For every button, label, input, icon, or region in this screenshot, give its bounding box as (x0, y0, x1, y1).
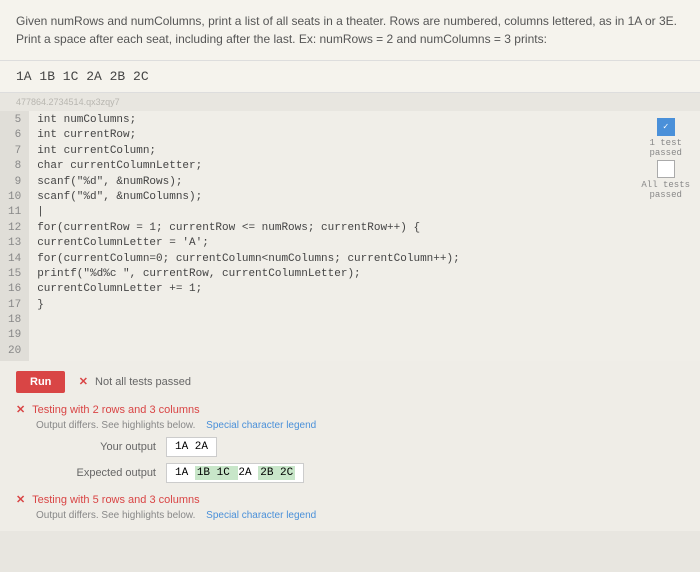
expected-output-row: Expected output 1A 1B 1C 2A 2B 2C (56, 463, 684, 483)
legend-link[interactable]: Special character legend (206, 420, 316, 431)
test-passed-icon: ✓ (657, 118, 675, 136)
test-result-1: ✕ Testing with 2 rows and 3 columns (16, 403, 684, 416)
test-result-2: ✕ Testing with 5 rows and 3 columns (16, 493, 684, 506)
code-content[interactable]: int numColumns; int currentRow; int curr… (29, 111, 700, 361)
expected-output-value: 1A 1B 1C 2A 2B 2C (166, 463, 304, 483)
problem-description: Given numRows and numColumns, print a li… (0, 0, 700, 61)
run-button[interactable]: Run (16, 371, 65, 393)
legend-link[interactable]: Special character legend (206, 510, 316, 521)
fail-icon: ✕ (79, 376, 88, 388)
example-output: 1A 1B 1C 2A 2B 2C (0, 61, 700, 93)
watermark: 477864.2734514.qx3zqy7 (0, 93, 700, 111)
fail-icon: ✕ (16, 404, 25, 416)
diff-message: Output differs. See highlights below. (36, 510, 195, 521)
summary-text: Not all tests passed (95, 376, 191, 388)
line-gutter: 56789 1011121314 151617181920 (0, 111, 29, 361)
all-tests-icon (657, 160, 675, 178)
test-status-panel: ✓ 1 test passed All tests passed (641, 116, 690, 200)
your-output-value: 1A 2A (166, 437, 217, 457)
diff-message: Output differs. See highlights below. (36, 420, 195, 431)
your-output-row: Your output 1A 2A (56, 437, 684, 457)
code-editor[interactable]: 56789 1011121314 151617181920 int numCol… (0, 111, 700, 361)
fail-icon: ✕ (16, 494, 25, 506)
results-panel: Run ✕ Not all tests passed ✕ Testing wit… (0, 361, 700, 531)
